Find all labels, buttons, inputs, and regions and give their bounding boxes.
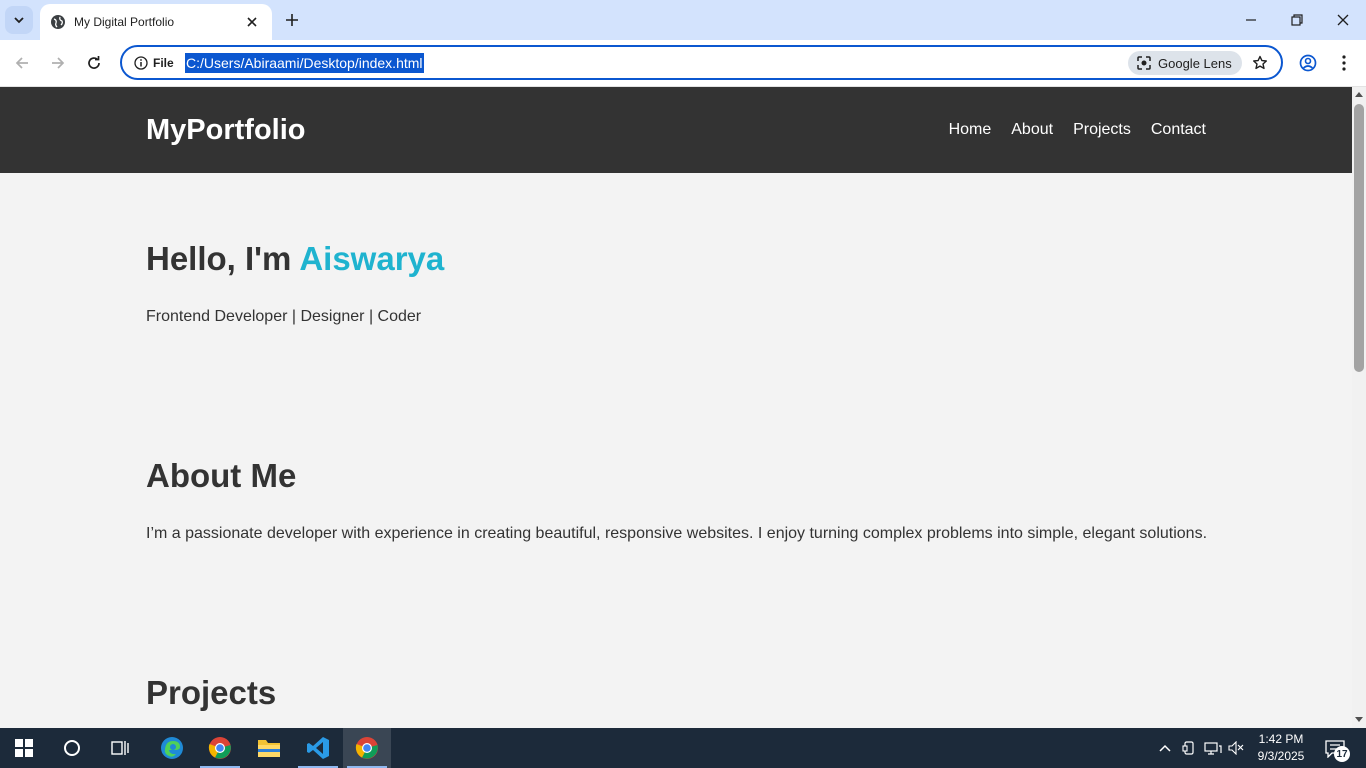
about-text: I’m a passionate developer with experien… <box>146 525 1208 542</box>
taskbar-clock[interactable]: 1:42 PM 9/3/2025 <box>1248 731 1314 765</box>
nav-link-projects[interactable]: Projects <box>1073 121 1131 139</box>
info-icon <box>134 56 148 70</box>
hero-greeting: Hello, I'm <box>146 240 300 277</box>
edge-icon <box>161 737 183 759</box>
show-hidden-icons-button[interactable] <box>1155 728 1175 768</box>
chrome-icon <box>208 737 231 759</box>
task-view-icon <box>111 741 129 755</box>
about-heading: About Me <box>146 457 297 494</box>
site-info-chip[interactable]: File <box>130 52 178 74</box>
chevron-down-icon <box>14 17 24 24</box>
close-icon <box>1337 14 1349 26</box>
vscode-icon <box>307 737 329 759</box>
scroll-down-arrow-icon[interactable] <box>1354 715 1364 725</box>
hero-name: Aiswarya <box>299 240 445 277</box>
google-lens-label: Google Lens <box>1158 55 1232 71</box>
close-tab-icon[interactable] <box>242 12 262 32</box>
kebab-menu-icon <box>1342 55 1346 71</box>
google-lens-button[interactable]: Google Lens <box>1128 51 1242 75</box>
arrow-left-icon <box>15 57 28 69</box>
minimize-button[interactable] <box>1228 0 1274 40</box>
windows-taskbar: 1:42 PM 9/3/2025 17 <box>0 728 1366 768</box>
taskbar-vscode[interactable] <box>294 728 342 768</box>
tray-network-button[interactable] <box>1202 728 1224 768</box>
windows-logo-icon <box>15 739 33 757</box>
tray-device-button[interactable] <box>1179 728 1199 768</box>
page-viewport: MyPortfolio Home About Projects Contact … <box>0 87 1352 728</box>
restore-button[interactable] <box>1274 0 1320 40</box>
clock-date: 9/3/2025 <box>1257 749 1305 763</box>
bookmark-star-button[interactable] <box>1248 51 1272 75</box>
browser-tab-strip: My Digital Portfolio <box>0 0 1366 40</box>
reload-button[interactable] <box>79 48 109 78</box>
chevron-up-icon <box>1159 744 1171 752</box>
scrollbar-thumb[interactable] <box>1354 104 1364 372</box>
taskbar-chrome[interactable] <box>196 728 244 768</box>
site-chip-label: File <box>153 56 174 70</box>
address-bar[interactable]: File C:/Users/Abiraami/Desktop/index.htm… <box>120 45 1283 80</box>
task-view-button[interactable] <box>96 728 144 768</box>
nav-link-contact[interactable]: Contact <box>1151 121 1206 139</box>
profile-button[interactable] <box>1293 48 1323 78</box>
taskbar-file-explorer[interactable] <box>245 728 293 768</box>
folder-icon <box>258 740 280 757</box>
globe-icon <box>50 14 66 30</box>
tab-search-button[interactable] <box>5 6 33 34</box>
scroll-up-arrow-icon[interactable] <box>1354 89 1364 99</box>
nav-link-home[interactable]: Home <box>949 121 992 139</box>
plus-icon <box>286 14 298 26</box>
taskbar-edge[interactable] <box>148 728 196 768</box>
new-tab-button[interactable] <box>280 8 304 32</box>
back-button[interactable] <box>7 48 37 78</box>
tab-title: My Digital Portfolio <box>74 15 175 29</box>
start-button[interactable] <box>0 728 48 768</box>
profile-icon <box>1299 54 1317 72</box>
chrome-icon <box>355 737 378 759</box>
hero-heading: Hello, I'm Aiswarya <box>146 240 444 278</box>
restore-icon <box>1291 14 1303 26</box>
action-center-button[interactable]: 17 <box>1320 736 1350 762</box>
device-icon <box>1182 741 1194 755</box>
star-icon <box>1253 55 1267 70</box>
hero-subtitle: Frontend Developer | Designer | Coder <box>146 308 422 325</box>
forward-button[interactable] <box>43 48 73 78</box>
tray-volume-button[interactable] <box>1226 728 1246 768</box>
network-icon <box>1204 742 1222 755</box>
taskbar-chrome-active[interactable] <box>343 728 391 768</box>
arrow-right-icon <box>52 57 65 69</box>
site-header: MyPortfolio Home About Projects Contact <box>0 87 1352 173</box>
minimize-icon <box>1246 19 1256 21</box>
browser-tab[interactable]: My Digital Portfolio <box>40 4 272 40</box>
lens-icon <box>1137 56 1151 70</box>
reload-icon <box>88 56 100 69</box>
search-button[interactable] <box>48 728 96 768</box>
url-text[interactable]: C:/Users/Abiraami/Desktop/index.html <box>185 53 424 73</box>
browser-toolbar: File C:/Users/Abiraami/Desktop/index.htm… <box>0 40 1366 87</box>
clock-time: 1:42 PM <box>1258 732 1304 746</box>
notification-count-badge: 17 <box>1334 746 1350 762</box>
volume-muted-icon <box>1228 741 1244 755</box>
site-nav: Home About Projects Contact <box>949 121 1206 139</box>
projects-heading: Projects <box>146 674 277 711</box>
nav-link-about[interactable]: About <box>1011 121 1053 139</box>
site-logo[interactable]: MyPortfolio <box>146 114 306 147</box>
page-scrollbar[interactable] <box>1352 87 1366 728</box>
close-window-button[interactable] <box>1320 0 1366 40</box>
search-circle-icon <box>64 740 80 756</box>
menu-button[interactable] <box>1329 48 1359 78</box>
